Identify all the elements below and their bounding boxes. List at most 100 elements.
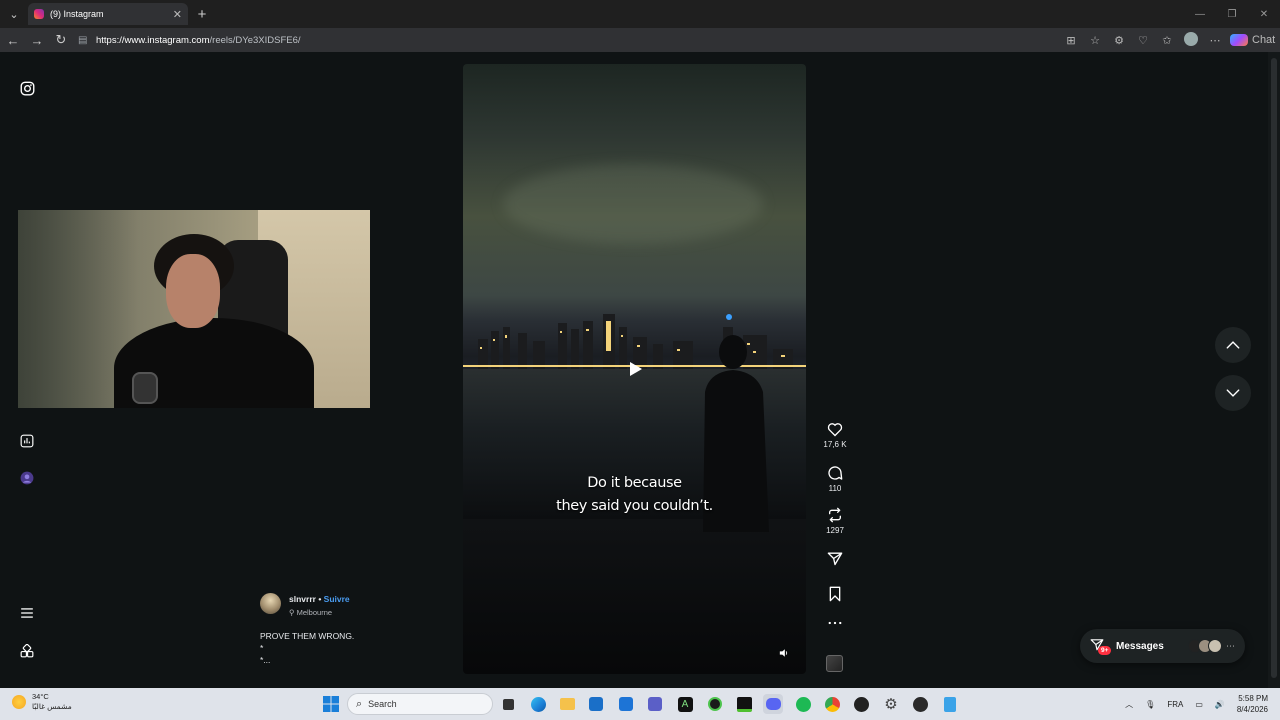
chevron-down-icon	[1226, 389, 1240, 397]
new-tab-button[interactable]: +	[192, 4, 212, 24]
search-icon: ⌕	[356, 697, 363, 710]
author-location-row[interactable]: ⚲ Melbourne	[289, 608, 332, 617]
name-separator: •	[318, 594, 322, 604]
instagram-reels-page: Do it because they said you couldn’t. 17…	[0, 52, 1280, 688]
notepad-icon[interactable]	[940, 694, 960, 714]
clock[interactable]: 5:58 PM 8/4/2026	[1237, 693, 1268, 715]
follow-button[interactable]: Suivre	[324, 594, 350, 604]
also-from-meta-icon[interactable]	[18, 642, 36, 660]
extensions-icon[interactable]: ⚙	[1110, 34, 1128, 47]
weather-temperature: 34°C	[32, 692, 49, 701]
input-language[interactable]: FRA	[1167, 700, 1183, 709]
instagram-logo-icon[interactable]	[18, 79, 36, 97]
repost-button[interactable]: 1297	[820, 507, 850, 535]
reel-description[interactable]: PROVE THEM WRONG. * *...	[260, 630, 354, 666]
minimize-icon[interactable]: —	[1184, 0, 1216, 28]
microsoft-store-icon[interactable]	[616, 694, 636, 714]
reel-video[interactable]: Do it because they said you couldn’t.	[463, 64, 806, 674]
comment-button[interactable]: 110	[820, 465, 850, 493]
save-button[interactable]	[820, 586, 850, 602]
address-toolbar: ← → ↻ ▤ https://www.instagram.com/reels/…	[0, 28, 1280, 52]
taskbar-search[interactable]: ⌕ Search	[347, 693, 493, 715]
clock-time: 5:58 PM	[1238, 694, 1268, 703]
caption-line-1: Do it because	[587, 475, 682, 491]
chrome-icon[interactable]	[822, 694, 842, 714]
close-window-icon[interactable]: ✕	[1248, 0, 1280, 28]
spotify-icon[interactable]	[793, 694, 813, 714]
more-contacts-icon: ⋯	[1226, 640, 1235, 651]
back-arrow-icon[interactable]: ←	[1, 28, 25, 52]
comment-bubble-icon	[828, 466, 843, 480]
terminal-app-icon[interactable]: A	[675, 694, 695, 714]
obs-studio-icon[interactable]	[851, 694, 871, 714]
chevron-up-icon	[1226, 341, 1240, 349]
discord-icon[interactable]	[763, 694, 783, 714]
browser-tab-instagram[interactable]: (9) Instagram ✕	[28, 3, 188, 25]
comment-count: 110	[828, 484, 842, 493]
task-view-icon[interactable]	[498, 694, 518, 714]
copilot-chat-button[interactable]: Chat	[1230, 34, 1276, 46]
original-audio-thumbnail[interactable]	[826, 655, 843, 672]
toolbar-right: ⊞ ☆ ⚙ ♡ ✩ ⋯ Chat	[1062, 28, 1276, 52]
weather-widget[interactable]: 34°C مشمس غالبًا	[12, 692, 72, 712]
ellipsis-icon	[828, 621, 842, 625]
send-paper-plane-icon	[827, 552, 843, 566]
more-options-button[interactable]	[820, 620, 850, 626]
webcam-overlay-image	[18, 210, 370, 408]
settings-gear-icon[interactable]: ⚙	[881, 694, 901, 714]
browser-tab-bar: ⌄ (9) Instagram ✕ + — ❐ ✕	[0, 0, 1280, 28]
windows-taskbar: 34°C مشمس غالبًا ⌕ Search A ⚙ ︿ 🎙 FRA ▭ …	[0, 688, 1280, 720]
messages-button[interactable]: 9+ Messages ⋯	[1080, 629, 1245, 663]
author-avatar[interactable]	[260, 593, 281, 614]
previous-reel-button[interactable]	[1215, 327, 1251, 363]
browser-essentials-icon[interactable]: ♡	[1134, 34, 1152, 47]
chat-label: Chat	[1252, 34, 1276, 46]
teams-icon[interactable]	[645, 694, 665, 714]
weather-description: مشمس غالبًا	[32, 702, 72, 711]
play-icon[interactable]	[627, 361, 643, 377]
profile-avatar-icon[interactable]	[18, 469, 36, 487]
file-explorer-icon[interactable]	[557, 694, 577, 714]
system-tray: ︿ 🎙 FRA ▭ 🔊 5:58 PM 8/4/2026	[1125, 688, 1268, 720]
url-path: /reels/DYe3XIDSFE6/	[209, 34, 301, 46]
site-info-icon[interactable]: ▤	[78, 35, 90, 46]
share-button[interactable]	[820, 551, 850, 566]
outlook-icon[interactable]	[586, 694, 606, 714]
xbox-icon[interactable]	[705, 694, 725, 714]
like-count: 17,6 K	[823, 440, 847, 449]
tab-close-icon[interactable]: ✕	[173, 8, 182, 21]
reload-icon[interactable]: ↻	[49, 28, 73, 52]
forward-arrow-icon[interactable]: →	[25, 28, 49, 52]
app-available-icon[interactable]: ⊞	[1062, 34, 1080, 47]
nvidia-app-icon[interactable]	[734, 694, 754, 714]
hidden-icons-chevron-icon[interactable]: ︿	[1125, 699, 1133, 710]
tab-list-chevron-icon[interactable]: ⌄	[3, 3, 25, 25]
author-location: Melbourne	[296, 608, 333, 617]
like-button[interactable]: 17,6 K	[820, 422, 850, 449]
instagram-favicon-icon	[34, 9, 44, 19]
favorites-icon[interactable]: ✩	[1158, 34, 1176, 47]
next-reel-button[interactable]	[1215, 375, 1251, 411]
network-icon[interactable]: ▭	[1195, 700, 1203, 709]
restore-icon[interactable]: ❐	[1216, 0, 1248, 28]
url-field[interactable]: ▤ https://www.instagram.com/reels/DYe3XI…	[78, 30, 1208, 50]
more-menu-icon[interactable]: ⋯	[1206, 34, 1224, 47]
microphone-icon[interactable]: 🎙	[1145, 700, 1155, 709]
unread-badge: 9+	[1098, 646, 1112, 655]
media-player-icon[interactable]	[910, 694, 930, 714]
window-controls: — ❐ ✕	[1184, 0, 1280, 28]
favorite-star-icon[interactable]: ☆	[1086, 34, 1104, 47]
copilot-icon	[1230, 34, 1248, 46]
description-line-3: *...	[260, 655, 271, 665]
windows-start-icon[interactable]	[321, 694, 341, 714]
audio-speaker-icon[interactable]	[779, 648, 791, 660]
author-username[interactable]: slnvrrr	[289, 594, 316, 604]
dashboard-icon[interactable]	[18, 432, 36, 450]
menu-hamburger-icon[interactable]	[18, 604, 36, 622]
page-scrollbar[interactable]	[1268, 52, 1280, 688]
profile-avatar[interactable]	[1182, 31, 1200, 49]
volume-icon[interactable]: 🔊	[1215, 700, 1225, 709]
edge-browser-icon[interactable]	[528, 694, 548, 714]
description-line-2: *	[260, 643, 264, 653]
clock-date: 8/4/2026	[1236, 705, 1268, 714]
